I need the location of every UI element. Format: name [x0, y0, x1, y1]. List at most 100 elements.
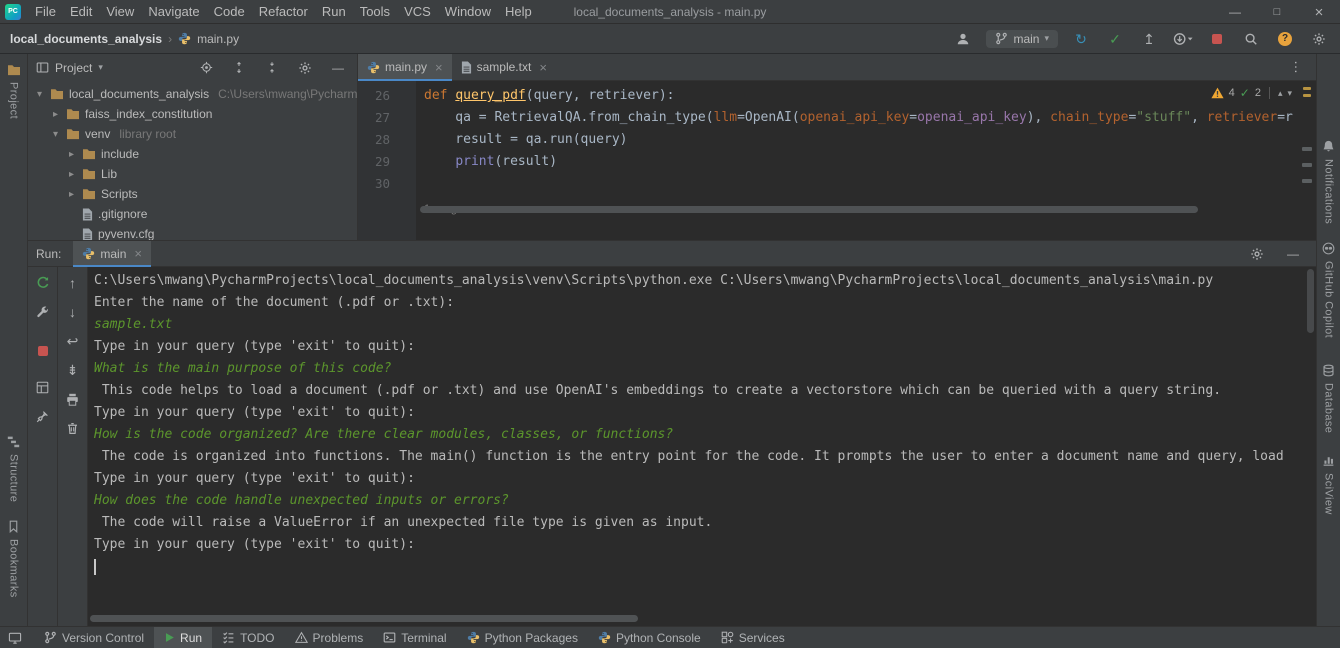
menu-navigate[interactable]: Navigate	[141, 0, 206, 23]
console-text: How does the code handle unexpected inpu…	[94, 493, 509, 508]
tool-window-switcher-icon[interactable]	[2, 632, 28, 644]
run-icon[interactable]	[1172, 29, 1194, 49]
settings-icon[interactable]	[294, 58, 316, 78]
strip-item-structure[interactable]: Structure	[7, 435, 20, 502]
menu-help[interactable]: Help	[498, 0, 539, 23]
code-line: print(result)	[424, 151, 1316, 173]
inspections-widget[interactable]: 4 ✓ 2 ▴ ▾	[1211, 86, 1292, 100]
tool-button-version-control[interactable]: Version Control	[34, 627, 154, 648]
tool-button-terminal[interactable]: Terminal	[373, 627, 456, 648]
editor-h-scrollbar[interactable]	[420, 206, 1198, 213]
more-icon[interactable]: …	[1293, 60, 1307, 75]
strip-item-project[interactable]: Project	[7, 64, 21, 119]
tool-button-todo[interactable]: TODO	[212, 627, 284, 648]
project-panel-title[interactable]: Project	[55, 61, 92, 75]
down-stack-icon[interactable]: ↓	[62, 302, 84, 322]
menu-run[interactable]: Run	[315, 0, 353, 23]
locate-icon[interactable]	[195, 58, 217, 78]
update-project-icon[interactable]: ↻	[1070, 29, 1092, 49]
strip-item-notifications[interactable]: Notifications	[1322, 140, 1335, 224]
collapse-all-icon[interactable]	[261, 58, 283, 78]
branch-widget[interactable]: main ▾	[986, 30, 1058, 48]
search-icon[interactable]	[1240, 29, 1262, 49]
console-line: This code helps to load a document (.pdf…	[94, 380, 1316, 402]
chevron-expanded-icon[interactable]: ▾	[34, 89, 45, 100]
close-icon[interactable]: ×	[134, 246, 142, 261]
editor-tabs-options[interactable]: …	[1293, 54, 1316, 80]
help-icon[interactable]: ?	[1274, 29, 1296, 49]
tree-item-venv[interactable]: ▾venvlibrary root	[28, 124, 357, 144]
scroll-to-end-icon[interactable]: ⇟	[62, 360, 84, 380]
menu-edit[interactable]: Edit	[63, 0, 99, 23]
tree-item-faiss-index-constitution[interactable]: ▸faiss_index_constitution	[28, 104, 357, 124]
chevron-down-icon[interactable]: ▾	[98, 62, 103, 73]
menu-tools[interactable]: Tools	[353, 0, 397, 23]
pin-icon[interactable]	[32, 406, 54, 426]
tree-item-scripts[interactable]: ▸Scripts	[28, 184, 357, 204]
tool-button-python-console[interactable]: Python Console	[588, 627, 711, 648]
chevron-collapsed-icon[interactable]: ▸	[66, 149, 77, 160]
hide-icon[interactable]: —	[327, 58, 349, 78]
tree-item-include[interactable]: ▸include	[28, 144, 357, 164]
chevron-expanded-icon[interactable]: ▾	[50, 129, 61, 140]
inspections-divider	[1269, 87, 1270, 99]
close-icon[interactable]: ×	[539, 60, 547, 75]
run-tab-main[interactable]: main ×	[73, 241, 151, 266]
tree-item-pyvenv-cfg[interactable]: pyvenv.cfg	[28, 224, 357, 240]
settings-icon[interactable]	[1246, 244, 1268, 264]
close-icon[interactable]: ×	[435, 60, 443, 75]
strip-item-database[interactable]: Database	[1322, 364, 1335, 433]
up-stack-icon[interactable]: ↑	[62, 273, 84, 293]
tool-button-problems[interactable]: Problems	[285, 627, 374, 648]
console-output[interactable]: C:\Users\mwang\PycharmProjects\local_doc…	[88, 267, 1316, 626]
edit-config-icon[interactable]	[32, 302, 54, 322]
tool-button-python-packages[interactable]: Python Packages	[457, 627, 588, 648]
strip-item-sciview[interactable]: SciView	[1322, 454, 1335, 515]
expand-all-icon[interactable]	[228, 58, 250, 78]
push-icon[interactable]: ↥	[1138, 29, 1160, 49]
chevron-collapsed-icon[interactable]: ▸	[66, 189, 77, 200]
breadcrumb-file[interactable]: main.py	[197, 32, 239, 46]
breadcrumb-project[interactable]: local_documents_analysis	[10, 32, 162, 46]
editor-tab-sample-txt[interactable]: sample.txt×	[452, 54, 556, 80]
menu-code[interactable]: Code	[207, 0, 252, 23]
tool-button-services[interactable]: Services	[711, 627, 795, 648]
print-icon[interactable]	[62, 389, 84, 409]
close-icon[interactable]: ×	[1298, 0, 1340, 24]
commit-icon[interactable]: ✓	[1104, 29, 1126, 49]
menu-vcs[interactable]: VCS	[397, 0, 438, 23]
hide-icon[interactable]: —	[1282, 244, 1304, 264]
tree-item-gitignore[interactable]: .gitignore	[28, 204, 357, 224]
user-icon[interactable]	[952, 29, 974, 49]
stop-icon[interactable]	[1206, 29, 1228, 49]
console-h-scrollbar[interactable]	[90, 615, 638, 622]
strip-item-bookmarks[interactable]: Bookmarks	[8, 520, 20, 598]
tree-item-local-documents-analysis[interactable]: ▾local_documents_analysisC:\Users\mwang\…	[28, 84, 357, 104]
tree-item-lib[interactable]: ▸Lib	[28, 164, 357, 184]
next-issue-icon[interactable]: ▾	[1287, 88, 1292, 99]
settings-icon[interactable]	[1308, 29, 1330, 49]
code-area[interactable]: def query_pdf(query, retriever): qa = Re…	[416, 81, 1316, 240]
prev-issue-icon[interactable]: ▴	[1278, 88, 1283, 99]
rerun-icon[interactable]	[32, 273, 54, 293]
maximize-icon[interactable]: □	[1256, 0, 1298, 24]
chevron-collapsed-icon[interactable]: ▸	[66, 169, 77, 180]
menu-file[interactable]: File	[28, 0, 63, 23]
minimize-icon[interactable]: —	[1214, 0, 1256, 24]
clear-all-icon[interactable]	[62, 418, 84, 438]
restore-layout-icon[interactable]	[32, 377, 54, 397]
code-line: qa = RetrievalQA.from_chain_type(llm=Ope…	[424, 107, 1316, 129]
project-view-icon	[36, 61, 49, 74]
strip-item-github-copilot[interactable]: GitHub Copilot	[1322, 242, 1335, 338]
chevron-collapsed-icon[interactable]: ▸	[50, 109, 61, 120]
tool-button-run[interactable]: Run	[154, 627, 212, 648]
console-v-scrollbar[interactable]	[1307, 269, 1314, 333]
menu-view[interactable]: View	[99, 0, 141, 23]
soft-wrap-icon[interactable]: ↩	[62, 331, 84, 351]
chevron-down-icon: ▾	[1044, 33, 1049, 44]
menu-window[interactable]: Window	[438, 0, 498, 23]
menu-refactor[interactable]: Refactor	[252, 0, 315, 23]
editor-tab-main-py[interactable]: main.py×	[358, 54, 452, 80]
stop-icon[interactable]	[32, 341, 54, 361]
problems-icon	[295, 631, 308, 644]
